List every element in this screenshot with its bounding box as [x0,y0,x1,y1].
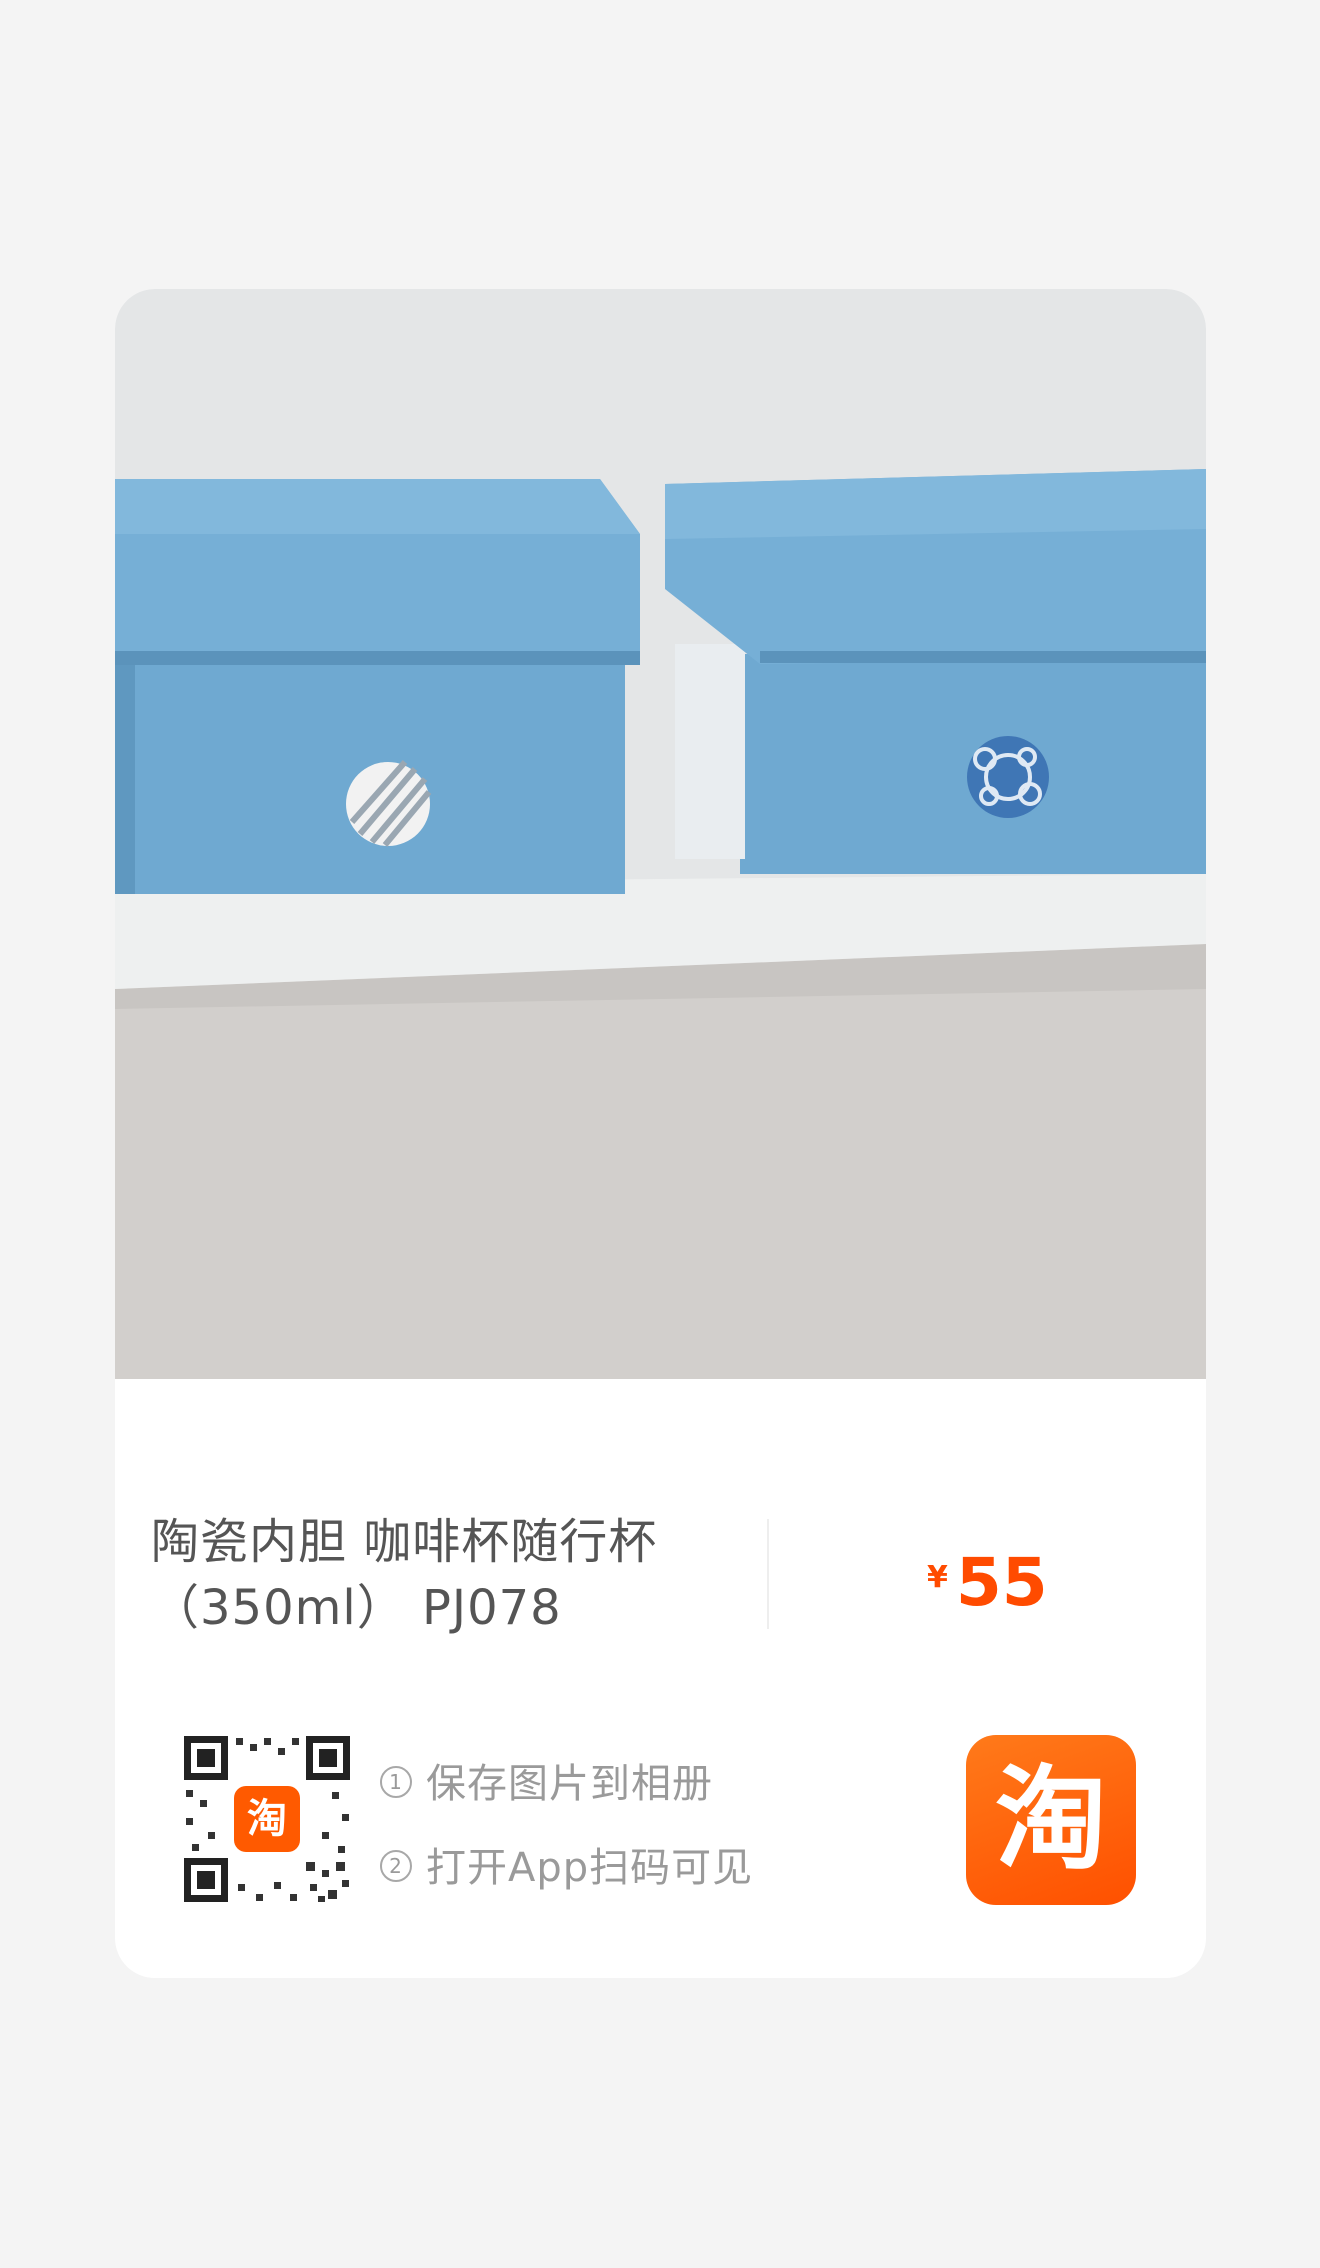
qr-code-icon[interactable]: 淘 [182,1734,352,1904]
instruction-step-2: 2 打开App扫码可见 [380,1835,753,1893]
qr-finder-top-right [306,1736,350,1780]
qr-finder-top-left [184,1736,228,1780]
step-1-number: 1 [380,1766,412,1798]
title-price-divider [767,1519,769,1629]
price-value: 55 [955,1544,1048,1621]
app-logo-glyph: 淘 [995,1755,1107,1885]
product-price: ¥55 [927,1544,1048,1621]
taobao-app-icon[interactable]: 淘 [966,1735,1136,1905]
share-card: 陶瓷内胆 咖啡杯随行杯（350ml） PJ078 ¥55 淘 1 保存图片到相册… [115,289,1206,1978]
right-box-sticker [967,736,1049,818]
step-2-number: 2 [380,1850,412,1882]
photo-shelf-front [115,989,1206,1379]
qr-finder-bottom-left [184,1858,228,1902]
product-title: 陶瓷内胆 咖啡杯随行杯（350ml） PJ078 [151,1514,658,1636]
instruction-step-1: 1 保存图片到相册 [380,1751,713,1809]
step-2-text: 打开App扫码可见 [426,1845,754,1891]
qr-badge-glyph: 淘 [247,1796,287,1842]
currency-symbol: ¥ [927,1560,948,1595]
product-image [115,289,1206,1379]
step-1-text: 保存图片到相册 [426,1761,713,1807]
